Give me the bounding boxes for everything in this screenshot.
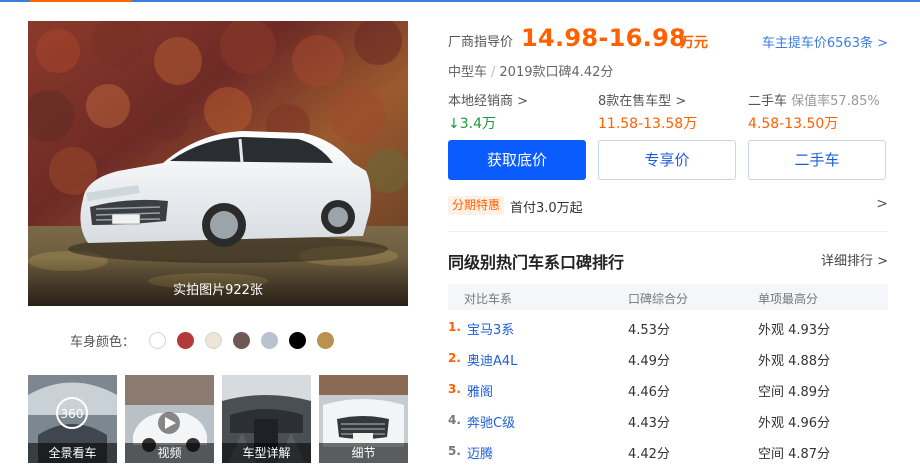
used-car-button[interactable]: 二手车: [748, 140, 886, 180]
rank-number: 2.: [448, 351, 461, 365]
thumb-panorama[interactable]: 360 全景看车: [28, 375, 117, 463]
color-swatch[interactable]: [317, 331, 335, 349]
color-swatch[interactable]: [233, 331, 251, 349]
ranking-title: 同级别热门车系口碑排行: [448, 253, 625, 272]
overall-score: 4.43分: [628, 416, 670, 431]
local-dealers-value: ↓3.4万: [448, 116, 496, 132]
series-link[interactable]: 奔驰C级: [467, 412, 515, 431]
table-row: 2. 奥迪A4L 4.49分 外观 4.88分: [448, 341, 888, 372]
rating-summary[interactable]: 2019款口碑4.42分: [499, 65, 613, 80]
main-photo[interactable]: 实拍图片922张: [28, 21, 408, 306]
color-swatch[interactable]: [149, 331, 167, 349]
col-compare-series: 对比车系: [464, 292, 513, 306]
exclusive-price-button[interactable]: 专享价: [598, 140, 736, 180]
installment-promo[interactable]: 分期特惠 首付3.0万起 >: [448, 196, 888, 216]
body-color-label: 车身颜色：: [70, 334, 136, 350]
overall-score: 4.42分: [628, 447, 670, 462]
rank-number: 1.: [448, 320, 461, 334]
photo-count-label: 实拍图片922张: [173, 283, 263, 298]
table-row: 1. 宝马3系 4.53分 外观 4.93分: [448, 310, 888, 341]
owner-delivery-price-link[interactable]: 车主提车价6563条 >: [762, 32, 888, 51]
ranking-table-header: 对比车系 口碑综合分 单项最高分: [448, 284, 888, 310]
stat-used-cars[interactable]: 二手车 保值率57.85% 4.58-13.50万: [748, 90, 888, 133]
used-car-price-value: 4.58-13.50万: [748, 116, 839, 132]
thumbnail-strip: 360 全景看车 视频 车型详解 细节: [28, 375, 409, 463]
vehicle-class[interactable]: 中型车: [448, 65, 487, 80]
color-swatch-list: [149, 331, 345, 349]
ranking-table: 对比车系 口碑综合分 单项最高分 1. 宝马3系 4.53分 外观 4.93分 …: [448, 284, 888, 465]
thumb-panorama-label: 全景看车: [28, 443, 117, 463]
table-row: 5. 迈腾 4.42分 空间 4.87分: [448, 434, 888, 465]
thumb-model-detail-label: 车型详解: [222, 443, 311, 463]
col-overall-score: 口碑综合分: [628, 292, 689, 306]
down-arrow-icon: ↓: [448, 116, 460, 132]
overall-score: 4.46分: [628, 385, 670, 400]
thumb-details-label: 细节: [319, 443, 408, 463]
used-car-label: 二手车 保值率57.85%: [748, 94, 880, 109]
price-line: 厂商指导价 14.98-16.98 万元 车主提车价6563条 >: [448, 24, 888, 52]
get-floor-price-button[interactable]: 获取底价: [448, 140, 586, 180]
thumb-video[interactable]: 视频: [125, 375, 214, 463]
best-item-score: 空间 4.89分: [758, 385, 831, 400]
series-link[interactable]: 雅阁: [467, 381, 493, 400]
thumb-model-detail[interactable]: 车型详解: [222, 375, 311, 463]
installment-tag: 分期特惠: [448, 196, 505, 215]
body-color-selector: 车身颜色：: [70, 331, 345, 350]
guide-price-value: 14.98-16.98: [521, 24, 687, 52]
rank-number: 4.: [448, 413, 461, 427]
models-on-sale-value: 11.58-13.58万: [598, 116, 698, 132]
down-payment-text: 首付3.0万起: [510, 201, 583, 216]
rank-number: 5.: [448, 444, 461, 458]
series-link[interactable]: 宝马3系: [467, 319, 514, 338]
thumb-video-label: 视频: [125, 443, 214, 463]
color-swatch[interactable]: [205, 331, 223, 349]
best-item-score: 外观 4.96分: [758, 416, 831, 431]
resale-rate: 保值率57.85%: [791, 94, 880, 109]
best-item-score: 外观 4.93分: [758, 323, 831, 338]
models-on-sale-label: 8款在售车型 >: [598, 94, 687, 109]
active-tab-indicator: [30, 0, 132, 2]
series-link[interactable]: 迈腾: [467, 443, 493, 462]
guide-price-unit: 万元: [680, 35, 708, 51]
color-swatch[interactable]: [177, 331, 195, 349]
section-divider: [448, 231, 888, 232]
color-swatch[interactable]: [261, 331, 279, 349]
best-item-score: 空间 4.87分: [758, 447, 831, 462]
panorama-360-icon: 360: [61, 407, 84, 421]
ranking-detail-link[interactable]: 详细排行 >: [821, 250, 888, 269]
table-row: 4. 奔驰C级 4.43分 外观 4.96分: [448, 403, 888, 434]
series-link[interactable]: 奥迪A4L: [467, 350, 517, 369]
top-rule: [0, 0, 920, 2]
table-row: 3. 雅阁 4.46分 空间 4.89分: [448, 372, 888, 403]
car-meta: 中型车/2019款口碑4.42分: [448, 65, 614, 80]
stat-local-dealers[interactable]: 本地经销商 > ↓3.4万: [448, 90, 588, 133]
rank-number: 3.: [448, 382, 461, 396]
overall-score: 4.53分: [628, 323, 670, 338]
stat-models-on-sale[interactable]: 8款在售车型 > 11.58-13.58万: [598, 90, 738, 133]
col-best-item: 单项最高分: [758, 292, 819, 306]
thumb-details[interactable]: 细节: [319, 375, 408, 463]
overall-score: 4.49分: [628, 354, 670, 369]
chevron-right-icon: >: [876, 196, 888, 212]
local-dealers-label: 本地经销商 >: [448, 94, 529, 109]
best-item-score: 外观 4.88分: [758, 354, 831, 369]
guide-price-label: 厂商指导价: [448, 35, 514, 50]
color-swatch[interactable]: [289, 331, 307, 349]
